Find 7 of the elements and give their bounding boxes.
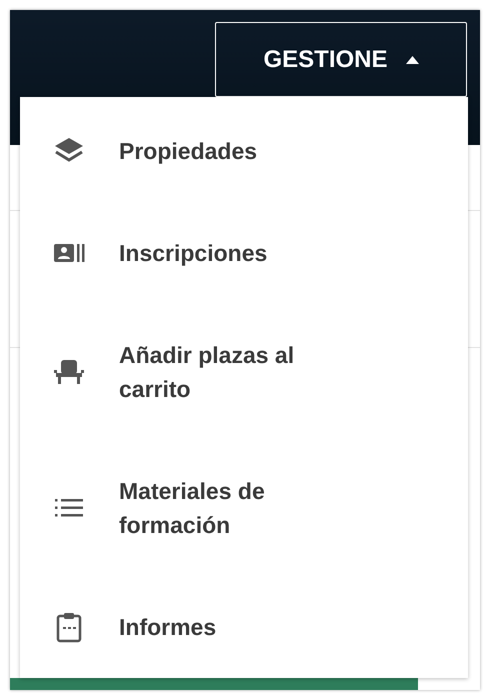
menu-item[interactable]: Inscripciones bbox=[119, 236, 268, 270]
menu-item[interactable]: Informes bbox=[119, 610, 216, 644]
menu-item[interactable]: Propiedades bbox=[119, 134, 258, 168]
gestione-button[interactable]: GESTIONE bbox=[215, 22, 467, 97]
menu-item[interactable]: Añadir plazas al carrito bbox=[119, 338, 359, 406]
caret-icon bbox=[406, 56, 419, 64]
menu-item[interactable]: Materiales de formación bbox=[119, 474, 359, 542]
